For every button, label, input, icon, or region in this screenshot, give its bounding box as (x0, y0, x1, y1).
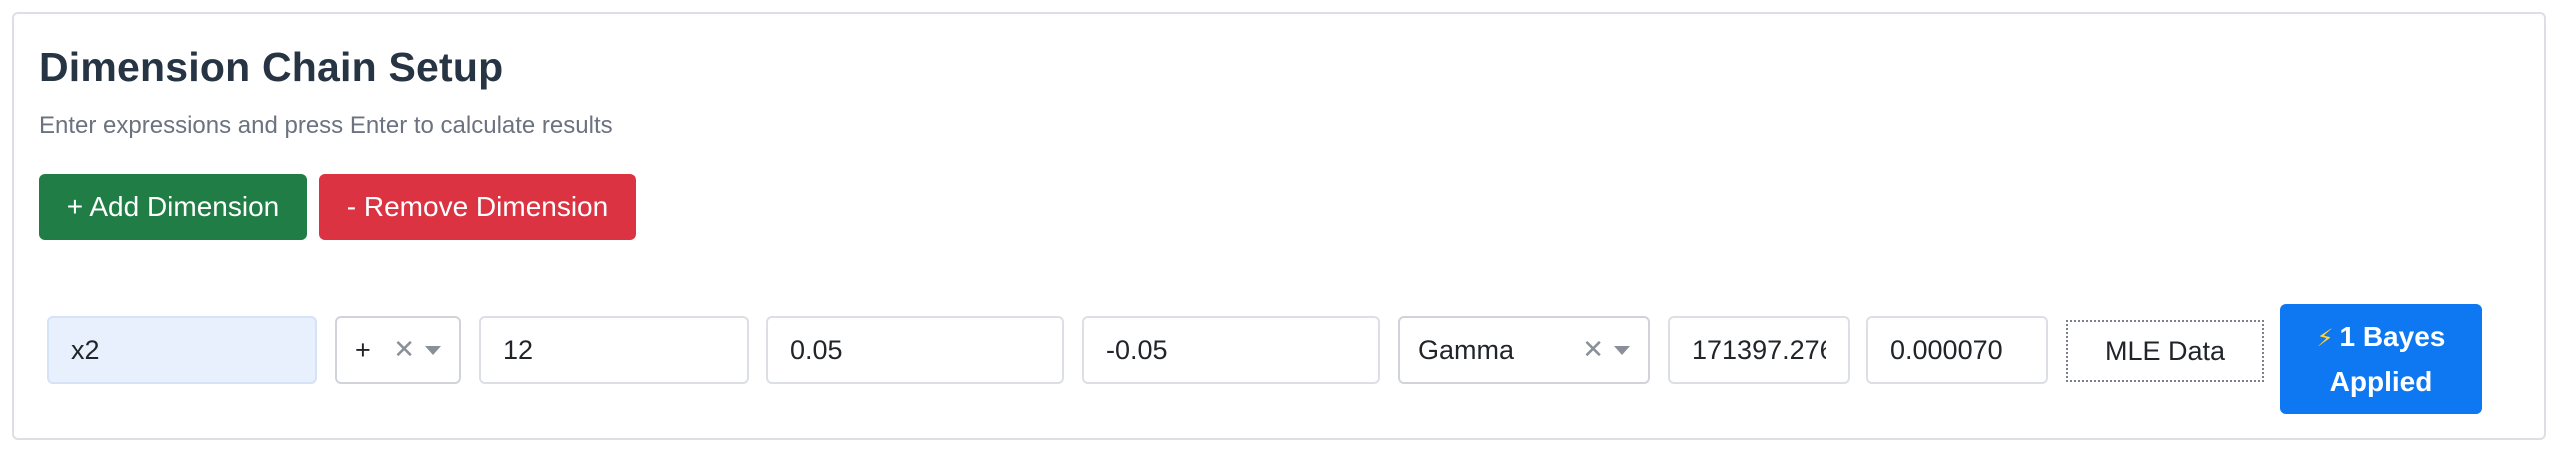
lightning-icon: ⚡ (2316, 324, 2334, 352)
mle-data-label: MLE Data (2104, 335, 2226, 366)
nominal-value-input[interactable] (479, 316, 749, 384)
distribution-param-1-input[interactable] (1668, 316, 1850, 384)
operator-value: + (355, 334, 371, 365)
add-dimension-button[interactable]: + Add Dimension (39, 174, 307, 240)
distribution-param-2-input[interactable] (1866, 316, 2048, 384)
bayes-applied-button[interactable]: ⚡ 1 Bayes Applied (2280, 304, 2482, 414)
dimension-chain-card: Dimension Chain Setup Enter expressions … (12, 12, 2546, 440)
close-icon[interactable]: ✕ (393, 335, 415, 365)
close-icon[interactable]: ✕ (1582, 335, 1604, 365)
upper-tolerance-input[interactable] (766, 316, 1064, 384)
bayes-count-label: 1 Bayes (2339, 321, 2446, 352)
chevron-down-icon[interactable] (1614, 345, 1630, 355)
distribution-value: Gamma (1418, 334, 1515, 365)
remove-dimension-button[interactable]: - Remove Dimension (319, 174, 636, 240)
chevron-down-icon[interactable] (425, 345, 441, 355)
page-subtitle: Enter expressions and press Enter to cal… (39, 112, 613, 139)
page-title: Dimension Chain Setup (39, 44, 504, 90)
operator-select[interactable]: + ✕ (335, 316, 461, 384)
distribution-select[interactable]: Gamma ✕ (1398, 316, 1650, 384)
bayes-status-label: Applied (2329, 366, 2433, 397)
mle-data-button[interactable]: MLE Data (2066, 320, 2264, 382)
dimension-name-input[interactable] (47, 316, 317, 384)
lower-tolerance-input[interactable] (1082, 316, 1380, 384)
